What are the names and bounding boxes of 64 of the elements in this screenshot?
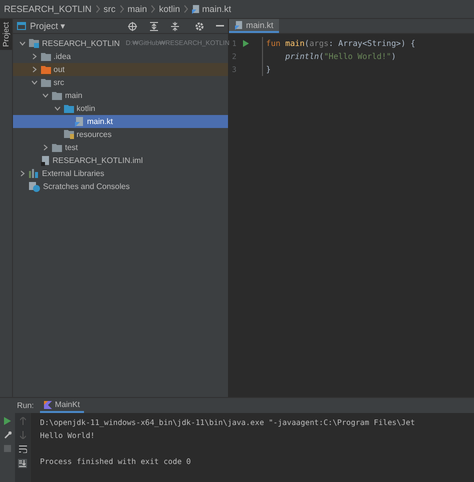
project-tool-tab[interactable]: Project — [0, 19, 12, 50]
breadcrumb-item[interactable]: main.kt — [192, 4, 232, 14]
chevron-right-icon — [151, 5, 156, 13]
chevron-right-icon[interactable] — [19, 170, 26, 177]
tree-item-label: Scratches and Consoles — [43, 182, 130, 191]
tree-item-label: .idea — [54, 52, 71, 61]
chevron-right-icon — [96, 5, 100, 13]
kotlin-file-icon — [192, 4, 200, 14]
wrench-icon[interactable] — [4, 431, 12, 439]
chevron-down-icon[interactable] — [19, 40, 26, 47]
kotlin-logo-icon — [44, 400, 52, 408]
tree-item-label: External Libraries — [42, 169, 104, 178]
tree-item-label: src — [54, 78, 64, 87]
editor-tab[interactable]: main.kt — [229, 19, 280, 33]
tree-item-label: RESEARCH_KOTLIN — [42, 39, 120, 48]
tree-item[interactable]: main.kt — [13, 115, 228, 128]
soft-wrap-icon[interactable] — [18, 445, 26, 453]
collapse-all-icon[interactable] — [171, 22, 179, 30]
tree-item[interactable]: main — [13, 89, 228, 102]
tree-item-label: RESEARCH_KOTLIN.iml — [52, 156, 143, 165]
tree-item-label: resources — [76, 130, 112, 139]
tree-item[interactable]: src — [13, 76, 228, 89]
run-tab[interactable]: MainKt — [40, 398, 84, 413]
settings-icon[interactable] — [195, 22, 204, 30]
run-gutter-icon[interactable] — [243, 40, 249, 47]
kotlin-file-icon — [75, 116, 84, 126]
code-line: } — [265, 65, 271, 74]
breadcrumb-item[interactable]: RESEARCH_KOTLIN — [4, 4, 92, 14]
tree-item-label: main.kt — [87, 117, 113, 126]
kotlin-file-icon — [235, 20, 243, 30]
tree-item[interactable]: out — [13, 63, 228, 76]
chevron-right-icon — [120, 5, 124, 13]
tree-item-label: main — [65, 91, 82, 100]
tree-item[interactable]: resources — [13, 128, 228, 141]
project-view-dropdown[interactable]: Project ▾ — [30, 21, 66, 31]
breadcrumb-item[interactable]: kotlin — [159, 4, 180, 14]
locate-icon[interactable] — [128, 22, 137, 30]
module-file-icon — [40, 156, 50, 166]
scratches-icon — [29, 182, 40, 192]
tree-item[interactable]: kotlin — [13, 102, 228, 115]
minimize-icon[interactable] — [216, 25, 224, 27]
run-icon[interactable] — [4, 417, 11, 425]
breadcrumb-item[interactable]: src — [104, 4, 116, 14]
tree-item-label: test — [65, 143, 78, 152]
tree-item[interactable]: .idea — [13, 50, 228, 63]
window-icon — [17, 22, 26, 30]
tree-item-label: out — [54, 65, 65, 74]
libraries-icon — [29, 169, 39, 178]
tree-item[interactable]: Scratches and Consoles — [13, 180, 228, 193]
chevron-right-icon — [184, 5, 188, 13]
tree-item[interactable]: test — [13, 141, 228, 154]
breadcrumb-item[interactable]: main — [128, 4, 148, 14]
resources-folder-icon — [64, 130, 74, 139]
scroll-to-end-icon[interactable] — [18, 459, 27, 468]
module-folder-icon — [29, 39, 39, 48]
code-line: fun main(args: Array<String>) { — [265, 39, 416, 48]
code-line: println("Hello World!") — [284, 52, 396, 61]
run-label: Run: — [17, 401, 34, 410]
chevron-right-icon[interactable] — [42, 144, 49, 151]
expand-all-icon[interactable] — [150, 22, 158, 30]
folder-icon — [52, 144, 62, 152]
tree-item[interactable]: RESEARCH_KOTLIN.iml — [13, 154, 228, 167]
tree-item-label: kotlin — [76, 104, 96, 113]
tree-item[interactable]: External Libraries — [13, 167, 228, 180]
